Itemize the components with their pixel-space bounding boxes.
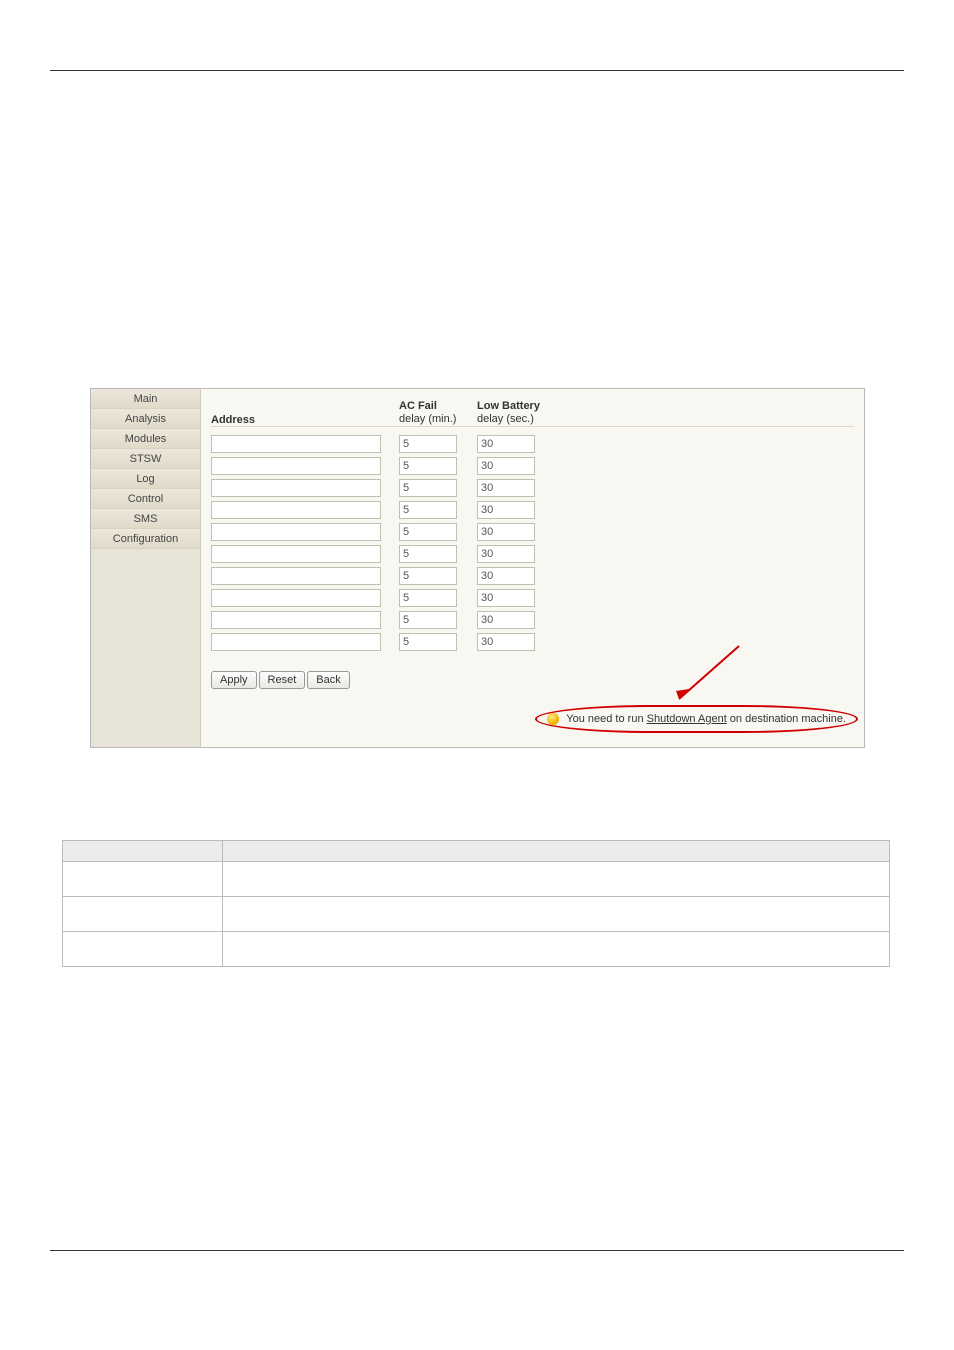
low-battery-input[interactable]: [477, 633, 535, 651]
table-row: [211, 631, 854, 653]
table-row: [211, 565, 854, 587]
sidebar-item-log[interactable]: Log: [91, 469, 200, 489]
page-top-rule: [50, 70, 904, 71]
address-input[interactable]: [211, 611, 381, 629]
sidebar: Main Analysis Modules STSW Log Control S…: [91, 389, 201, 747]
table-row: [211, 543, 854, 565]
apply-button[interactable]: Apply: [211, 671, 257, 689]
table-row: [211, 609, 854, 631]
ac-fail-input[interactable]: [399, 567, 457, 585]
low-battery-input[interactable]: [477, 501, 535, 519]
header-low-battery: Low Battery delay (sec.): [477, 400, 555, 426]
reset-button[interactable]: Reset: [259, 671, 306, 689]
ac-fail-input[interactable]: [399, 523, 457, 541]
table-header: Address AC Fail delay (min.) Low Battery…: [211, 395, 854, 427]
address-input[interactable]: [211, 633, 381, 651]
ac-fail-input[interactable]: [399, 545, 457, 563]
header-lb-bold: Low Battery: [477, 400, 540, 412]
sidebar-item-control[interactable]: Control: [91, 489, 200, 509]
header-ac-bold: AC Fail: [399, 400, 437, 412]
sidebar-item-stsw[interactable]: STSW: [91, 449, 200, 469]
table-row: [211, 433, 854, 455]
desc-row: [63, 897, 890, 932]
lightbulb-icon: [547, 713, 559, 725]
desc-header-desc: [223, 841, 890, 862]
low-battery-input[interactable]: [477, 545, 535, 563]
shutdown-agent-link[interactable]: Shutdown Agent: [647, 713, 727, 725]
ac-fail-input[interactable]: [399, 435, 457, 453]
address-input[interactable]: [211, 567, 381, 585]
address-input[interactable]: [211, 501, 381, 519]
low-battery-input[interactable]: [477, 457, 535, 475]
sidebar-item-analysis[interactable]: Analysis: [91, 409, 200, 429]
ac-fail-input[interactable]: [399, 479, 457, 497]
header-ac-fail: AC Fail delay (min.): [399, 400, 477, 426]
desc-cell-desc: [223, 862, 890, 897]
header-lb-sub: delay (sec.): [477, 413, 534, 425]
address-input[interactable]: [211, 545, 381, 563]
address-input[interactable]: [211, 435, 381, 453]
note-prefix: You need to run: [566, 713, 646, 725]
shutdown-agent-note: You need to run Shutdown Agent on destin…: [535, 705, 858, 733]
table-row: [211, 499, 854, 521]
address-input[interactable]: [211, 457, 381, 475]
description-table: [62, 840, 890, 967]
desc-cell-desc: [223, 932, 890, 967]
note-suffix: on destination machine.: [727, 713, 846, 725]
app-panel: Main Analysis Modules STSW Log Control S…: [90, 388, 865, 748]
ac-fail-input[interactable]: [399, 633, 457, 651]
address-input[interactable]: [211, 589, 381, 607]
main-content: Address AC Fail delay (min.) Low Battery…: [201, 389, 864, 747]
page-bottom-rule: [50, 1250, 904, 1251]
desc-cell-item: [63, 932, 223, 967]
desc-cell-item: [63, 897, 223, 932]
desc-cell-desc: [223, 897, 890, 932]
ac-fail-input[interactable]: [399, 589, 457, 607]
low-battery-input[interactable]: [477, 523, 535, 541]
sidebar-item-sms[interactable]: SMS: [91, 509, 200, 529]
sidebar-item-main[interactable]: Main: [91, 389, 200, 409]
desc-header-item: [63, 841, 223, 862]
table-row: [211, 521, 854, 543]
low-battery-input[interactable]: [477, 611, 535, 629]
desc-cell-item: [63, 862, 223, 897]
ac-fail-input[interactable]: [399, 457, 457, 475]
header-address: Address: [211, 414, 399, 426]
low-battery-input[interactable]: [477, 435, 535, 453]
sidebar-item-configuration[interactable]: Configuration: [91, 529, 200, 549]
sidebar-item-modules[interactable]: Modules: [91, 429, 200, 449]
back-button[interactable]: Back: [307, 671, 349, 689]
low-battery-input[interactable]: [477, 567, 535, 585]
desc-row: [63, 862, 890, 897]
table-row: [211, 455, 854, 477]
button-row: Apply Reset Back: [211, 671, 854, 689]
ac-fail-input[interactable]: [399, 501, 457, 519]
table-row: [211, 587, 854, 609]
low-battery-input[interactable]: [477, 479, 535, 497]
desc-row: [63, 932, 890, 967]
address-input[interactable]: [211, 523, 381, 541]
address-input[interactable]: [211, 479, 381, 497]
table-row: [211, 477, 854, 499]
ac-fail-input[interactable]: [399, 611, 457, 629]
header-ac-sub: delay (min.): [399, 413, 456, 425]
low-battery-input[interactable]: [477, 589, 535, 607]
